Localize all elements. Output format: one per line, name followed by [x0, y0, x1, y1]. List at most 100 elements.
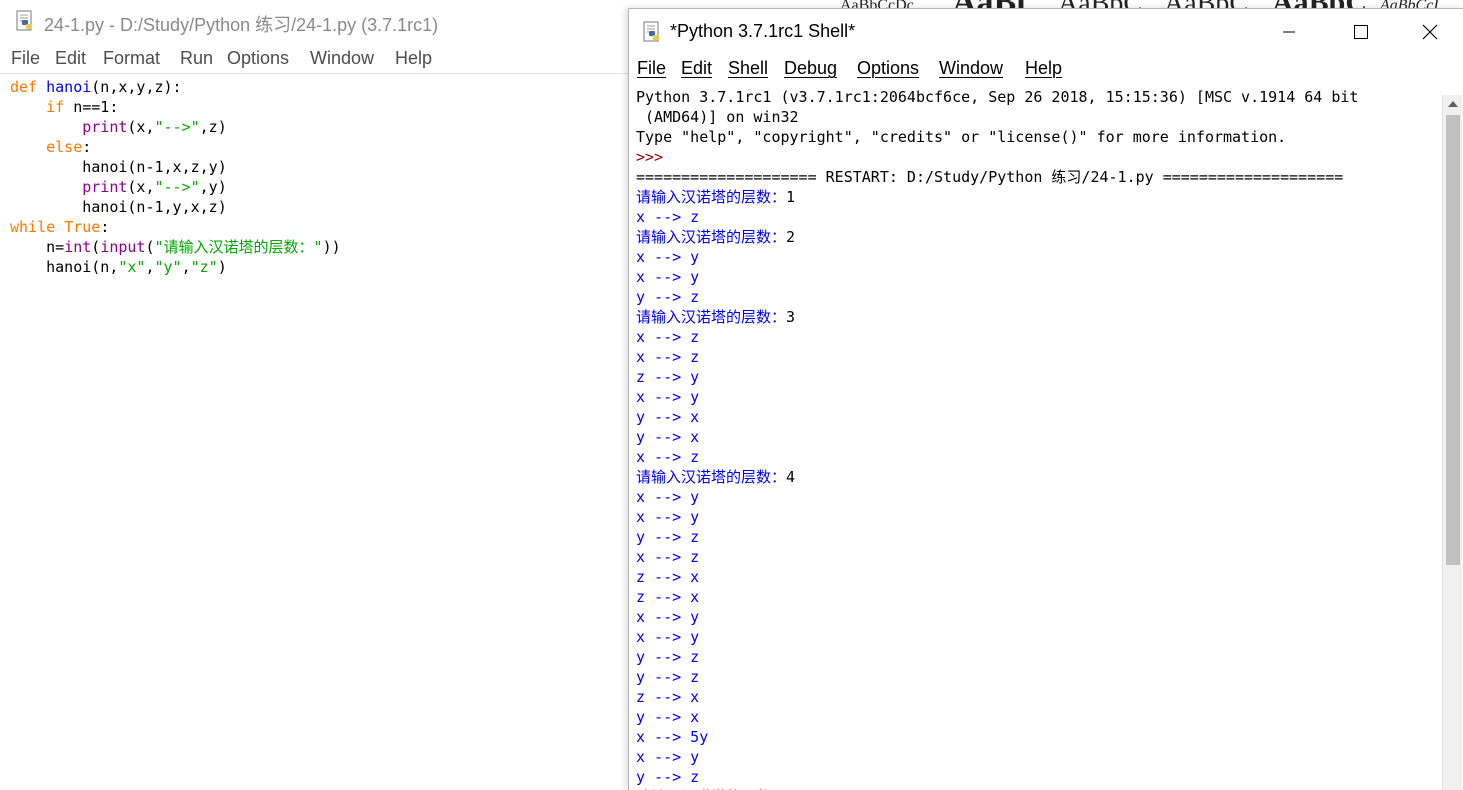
shell-text: x --> z — [636, 348, 700, 366]
code-line[interactable]: def hanoi(n,x,y,z): — [10, 77, 620, 97]
code-token: else — [46, 138, 83, 156]
vertical-scrollbar[interactable] — [1442, 95, 1462, 790]
shell-text: y --> z — [636, 668, 700, 686]
shell-text: x --> y — [636, 268, 700, 286]
editor-menubar: File Edit Format Run Options Window Help — [0, 44, 630, 74]
shell-line: y --> x — [636, 407, 1441, 427]
shell-output[interactable]: Python 3.7.1rc1 (v3.7.1rc1:2064bcf6ce, S… — [636, 87, 1441, 790]
code-token: (x, — [127, 118, 155, 136]
scrollbar-thumb[interactable] — [1446, 115, 1460, 565]
shell-text: (AMD64)] on win32 — [636, 108, 799, 126]
shell-line: Type "help", "copyright", "credits" or "… — [636, 127, 1441, 147]
shell-line: z --> x — [636, 687, 1441, 707]
shell-text: y --> x — [636, 428, 700, 446]
code-line[interactable]: if n==1: — [10, 97, 620, 117]
code-line[interactable]: hanoi(n-1,x,z,y) — [10, 157, 620, 177]
shell-menu-window[interactable]: Window — [939, 58, 1003, 79]
shell-text: 请输入汉诺塔的层数： — [636, 308, 787, 326]
shell-line: y --> z — [636, 667, 1441, 687]
menu-window[interactable]: Window — [310, 48, 374, 69]
code-token: (n,x,y,z): — [91, 78, 182, 96]
code-token: "x" — [118, 258, 146, 276]
code-line[interactable]: hanoi(n-1,y,x,z) — [10, 197, 620, 217]
code-token: int — [64, 238, 92, 256]
shell-text: x --> z — [636, 208, 700, 226]
shell-menu-file[interactable]: File — [637, 58, 666, 79]
minimize-icon — [1283, 31, 1295, 33]
shell-text: y --> z — [636, 528, 700, 546]
shell-line: x --> z — [636, 327, 1441, 347]
menu-file[interactable]: File — [11, 48, 40, 69]
code-line[interactable]: print(x,"-->",y) — [10, 177, 620, 197]
shell-line: y --> x — [636, 427, 1441, 447]
shell-text: y --> x — [636, 408, 700, 426]
shell-line: (AMD64)] on win32 — [636, 107, 1441, 127]
shell-menu-edit[interactable]: Edit — [681, 58, 712, 79]
code-token: if — [46, 98, 65, 116]
shell-menu-help[interactable]: Help — [1025, 58, 1062, 79]
code-token: : — [100, 218, 110, 236]
shell-menu-debug[interactable]: Debug — [784, 58, 837, 79]
code-token: "-->" — [154, 118, 200, 136]
shell-text: y --> x — [636, 708, 700, 726]
minimize-button[interactable] — [1254, 9, 1324, 55]
shell-text: Python 3.7.1rc1 (v3.7.1rc1:2064bcf6ce, S… — [636, 88, 1359, 106]
code-token: n= — [10, 238, 65, 256]
shell-titlebar[interactable]: *Python 3.7.1rc1 Shell* — [629, 9, 1463, 55]
shell-text: x --> y — [636, 748, 700, 766]
shell-line: ==================== RESTART: D:/Study/P… — [636, 167, 1441, 187]
shell-text: x --> y — [636, 508, 700, 526]
code-editor[interactable]: def hanoi(n,x,y,z): if n==1: print(x,"--… — [10, 77, 620, 277]
code-token: hanoi(n-1,x,z,y) — [10, 158, 227, 176]
close-icon — [1422, 24, 1438, 40]
code-token: n==1: — [64, 98, 119, 116]
code-token: (x, — [127, 178, 155, 196]
shell-text: 请输入汉诺塔的层数： — [636, 468, 787, 486]
close-button[interactable] — [1395, 9, 1463, 55]
menu-options[interactable]: Options — [227, 48, 289, 69]
shell-text: x --> z — [636, 548, 700, 566]
code-line[interactable]: n=int(input("请输入汉诺塔的层数：")) — [10, 237, 620, 257]
maximize-icon — [1354, 25, 1368, 39]
shell-menubar: File Edit Shell Debug Options Window Hel… — [629, 55, 1463, 83]
shell-text: Type "help", "copyright", "credits" or "… — [636, 128, 1287, 146]
shell-menu-shell[interactable]: Shell — [728, 58, 768, 79]
code-line[interactable]: while True: — [10, 217, 620, 237]
editor-title: 24-1.py - D:/Study/Python 练习/24-1.py (3.… — [44, 15, 439, 35]
shell-line: y --> z — [636, 767, 1441, 787]
code-token: : — [82, 138, 92, 156]
code-line[interactable]: hanoi(n,"x","y","z") — [10, 257, 620, 277]
shell-text: x --> y — [636, 248, 700, 266]
shell-text: z --> x — [636, 688, 700, 706]
shell-line: >>> — [636, 147, 1441, 167]
shell-line: x --> y — [636, 487, 1441, 507]
shell-line: x --> y — [636, 747, 1441, 767]
code-line[interactable]: else: — [10, 137, 620, 157]
python-file-icon — [16, 10, 32, 31]
menu-format[interactable]: Format — [103, 48, 160, 69]
code-token: "z" — [190, 258, 218, 276]
menu-help[interactable]: Help — [395, 48, 432, 69]
shell-line: z --> x — [636, 567, 1441, 587]
shell-text: 3 — [786, 308, 796, 326]
shell-text: ==================== RESTART: D:/Study/P… — [636, 168, 1344, 186]
shell-line: z --> y — [636, 367, 1441, 387]
maximize-button[interactable] — [1326, 9, 1396, 55]
code-token: ,z) — [199, 118, 227, 136]
scroll-up-button[interactable] — [1443, 95, 1463, 113]
editor-titlebar[interactable]: 24-1.py - D:/Study/Python 练习/24-1.py (3.… — [0, 0, 630, 44]
code-line[interactable]: print(x,"-->",z) — [10, 117, 620, 137]
menu-edit[interactable]: Edit — [55, 48, 86, 69]
shell-line: y --> z — [636, 287, 1441, 307]
shell-line: x --> y — [636, 267, 1441, 287]
shell-text: 请输入汉诺塔的层数： — [636, 228, 787, 246]
shell-menu-options[interactable]: Options — [857, 58, 919, 79]
shell-line: x --> 5y — [636, 727, 1441, 747]
shell-text: y --> z — [636, 648, 700, 666]
menu-run[interactable]: Run — [180, 48, 213, 69]
chevron-up-icon — [1448, 101, 1458, 107]
code-token: hanoi — [46, 78, 92, 96]
code-token: )) — [322, 238, 341, 256]
